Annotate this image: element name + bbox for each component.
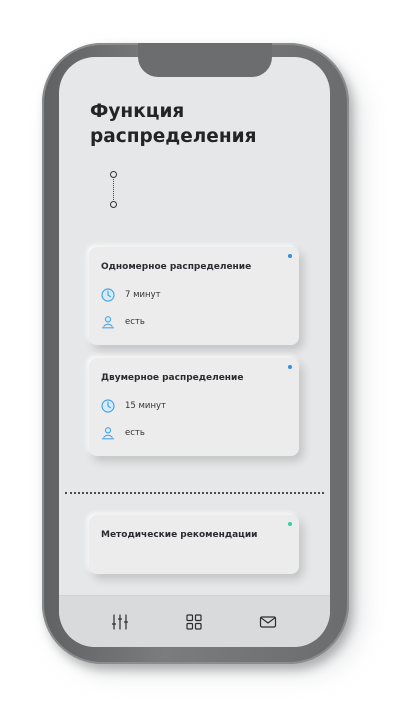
availability-text: есть (125, 428, 145, 438)
mail-icon (259, 616, 277, 628)
phone-notch (138, 43, 272, 77)
tab-bar (59, 595, 330, 647)
duration-row: 15 минут (101, 399, 166, 413)
lesson-card-bivariate[interactable]: Двумерное распределение 15 минут есть (89, 358, 299, 456)
dotted-separator (65, 492, 324, 494)
status-dot (288, 365, 292, 369)
status-dot (288, 254, 292, 258)
timeline-end-dot (110, 201, 117, 208)
card-title: Методические рекомендации (101, 530, 258, 540)
duration-text: 15 минут (125, 401, 166, 411)
timeline-start-dot (110, 171, 117, 178)
phone-screen: Функция распределения Одномерное распред… (59, 57, 330, 647)
user-location-icon (102, 427, 114, 440)
tab-grid[interactable] (184, 612, 204, 632)
tab-messages[interactable] (258, 612, 278, 632)
lesson-card-univariate[interactable]: Одномерное распределение 7 минут есть (89, 247, 299, 345)
duration-text: 7 минут (125, 290, 161, 300)
stage: Функция распределения Одномерное распред… (0, 0, 401, 705)
duration-row: 7 минут (101, 288, 161, 302)
page-title: Функция распределения (90, 101, 257, 147)
grid-icon (186, 614, 202, 630)
availability-text: есть (125, 317, 145, 327)
timeline-line (113, 179, 114, 200)
sliders-icon (111, 614, 129, 630)
timeline-icon[interactable] (110, 171, 118, 211)
user-location-icon (102, 316, 114, 329)
tab-filters[interactable] (110, 612, 130, 632)
card-title: Одномерное распределение (101, 262, 252, 272)
clock-icon (101, 288, 115, 302)
status-dot (288, 522, 292, 526)
availability-row: есть (101, 426, 145, 440)
availability-row: есть (101, 315, 145, 329)
clock-icon (101, 399, 115, 413)
card-title: Двумерное распределение (101, 373, 244, 383)
recommendations-card[interactable]: Методические рекомендации (89, 515, 299, 574)
